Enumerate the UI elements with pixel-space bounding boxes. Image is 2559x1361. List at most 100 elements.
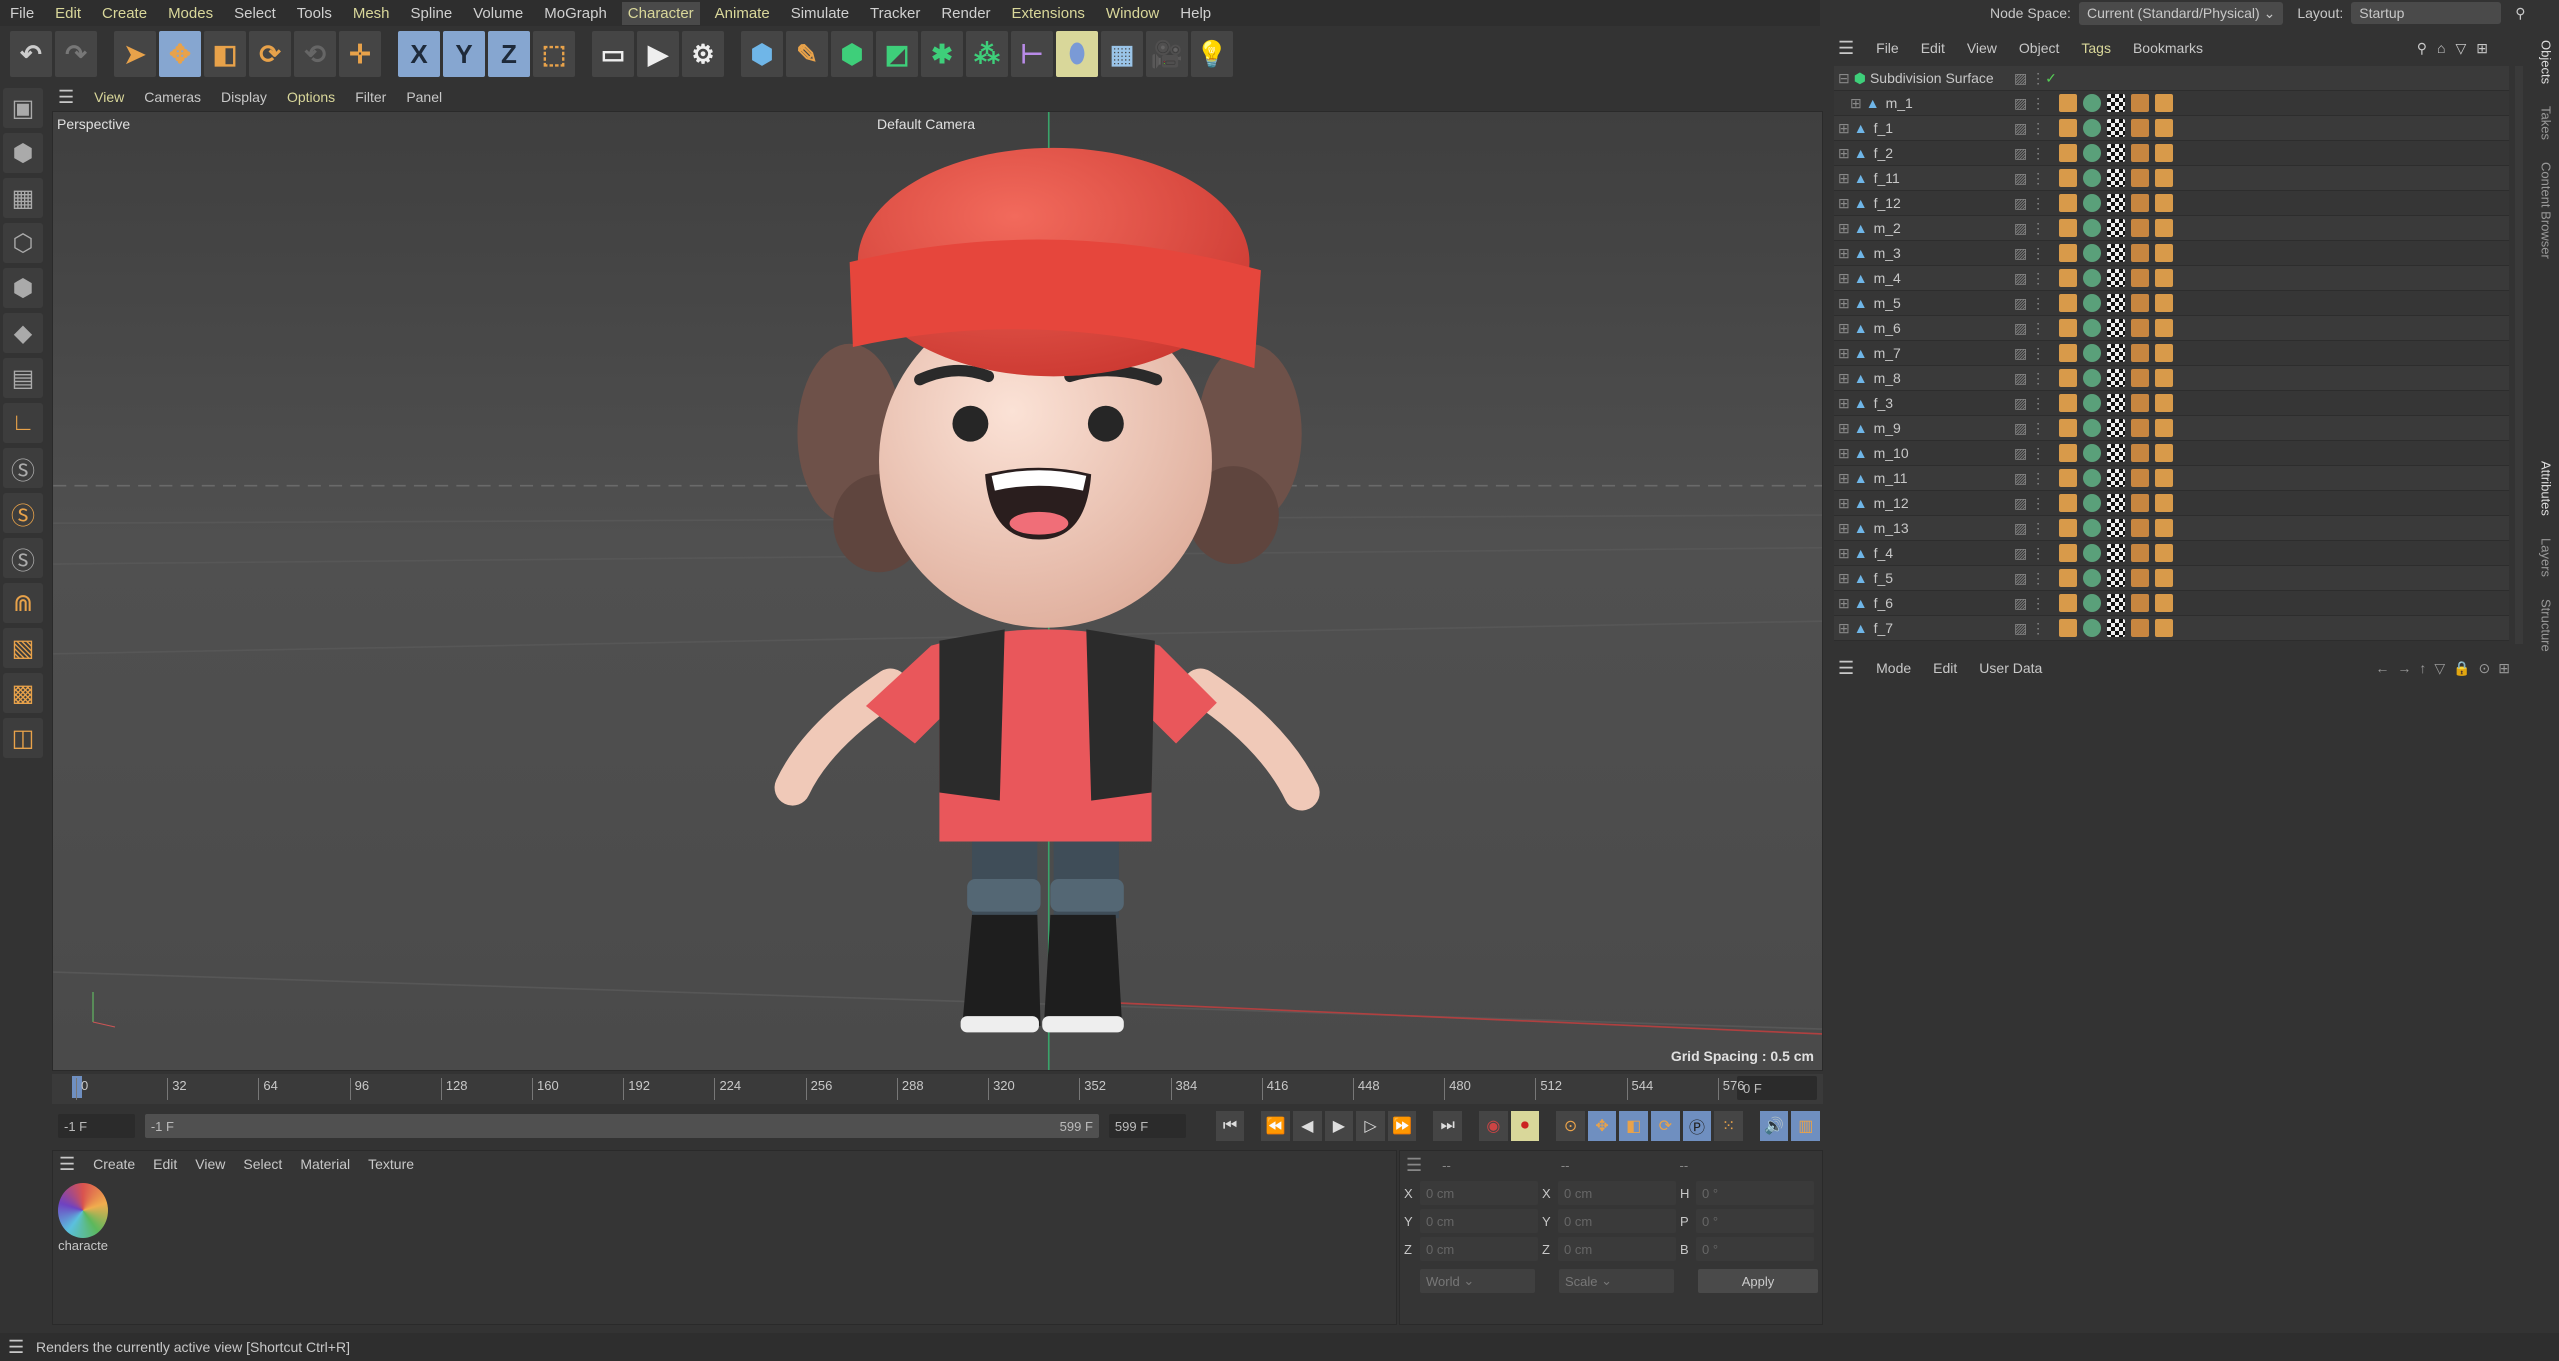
material-tag-icon[interactable]	[2083, 319, 2102, 337]
coord-field[interactable]: 0 °	[1696, 1237, 1814, 1261]
uv-mode-button[interactable]: ▤	[3, 358, 43, 398]
object-row[interactable]: ⊞ ▲ f_12 ▨ ⋮	[1834, 191, 2509, 216]
visibility-toggle[interactable]: ▨ ⋮	[2014, 445, 2045, 462]
material-tag-icon[interactable]	[2083, 619, 2102, 637]
side-tab-takes[interactable]: Takes	[2539, 106, 2554, 140]
mat-menu-view[interactable]: View	[195, 1156, 225, 1172]
key-parameter-icon[interactable]: Ⓟ	[1682, 1111, 1712, 1141]
material-tag-icon[interactable]	[2083, 244, 2102, 262]
previous-key-icon[interactable]: ⏪	[1261, 1111, 1290, 1141]
expand-icon[interactable]: ⊞	[1838, 595, 1850, 612]
checker-tag-icon[interactable]	[2107, 194, 2126, 212]
expand-icon[interactable]: ⊞	[1838, 370, 1850, 387]
texture-tag-icon[interactable]	[2059, 269, 2078, 287]
visibility-toggle[interactable]: ▨ ⋮	[2014, 345, 2045, 362]
texture-tag-icon[interactable]	[2059, 244, 2078, 262]
3d-viewport[interactable]: Perspective Default Camera Grid Spacing …	[52, 111, 1823, 1071]
checker-tag-icon[interactable]	[2107, 119, 2126, 137]
texture-tag-icon[interactable]	[2059, 194, 2078, 212]
texture-tag-icon[interactable]	[2059, 519, 2078, 537]
texture-mode-button[interactable]: ▦	[3, 178, 43, 218]
om-menu-view[interactable]: View	[1967, 40, 1997, 56]
material-tag-icon[interactable]	[2083, 294, 2102, 312]
weight-tag-icon[interactable]	[2131, 219, 2150, 237]
hamburger-icon[interactable]: ☰	[1838, 38, 1854, 59]
select-tool-button[interactable]: ➤	[114, 31, 156, 77]
pose-tag-icon[interactable]	[2155, 594, 2174, 612]
material-tag-icon[interactable]	[2083, 594, 2102, 612]
expand-icon[interactable]: ⊞	[1838, 395, 1850, 412]
workplane-button[interactable]: ▧	[3, 628, 43, 668]
object-row[interactable]: ⊞ ▲ m_4 ▨ ⋮	[1834, 266, 2509, 291]
pose-tag-icon[interactable]	[2155, 394, 2174, 412]
material-tag-icon[interactable]	[2083, 369, 2102, 387]
coord-field[interactable]: 0 cm	[1420, 1237, 1538, 1261]
pose-tag-icon[interactable]	[2155, 144, 2174, 162]
layout-dropdown[interactable]: Startup	[2351, 2, 2502, 24]
expand-icon[interactable]: ⊞	[1838, 620, 1850, 637]
visibility-toggle[interactable]: ▨ ⋮	[2014, 70, 2045, 87]
material-tag-icon[interactable]	[2083, 94, 2102, 112]
checker-tag-icon[interactable]	[2107, 169, 2126, 187]
x-axis-lock-button[interactable]: X	[398, 31, 440, 77]
previous-frame-icon[interactable]: ◀	[1292, 1111, 1322, 1141]
checker-tag-icon[interactable]	[2107, 219, 2126, 237]
snap-button[interactable]: ⋒	[3, 583, 43, 623]
keyframe-selection-icon[interactable]: ⊙	[1556, 1111, 1585, 1141]
texture-tag-icon[interactable]	[2059, 444, 2078, 462]
visibility-toggle[interactable]: ▨ ⋮	[2014, 395, 2045, 412]
material-tag-icon[interactable]	[2083, 344, 2102, 362]
object-row[interactable]: ⊞ ▲ m_1 ▨ ⋮	[1834, 91, 2509, 116]
weight-tag-icon[interactable]	[2131, 294, 2150, 312]
collapse-icon[interactable]: ⊟	[1838, 70, 1850, 87]
visibility-toggle[interactable]: ▨ ⋮	[2014, 170, 2045, 187]
checker-tag-icon[interactable]	[2107, 344, 2126, 362]
play-icon[interactable]: ▶	[1324, 1111, 1354, 1141]
expand-icon[interactable]: ⊞	[1838, 495, 1850, 512]
checker-tag-icon[interactable]	[2107, 244, 2126, 262]
planar-snap-button[interactable]: ◫	[3, 718, 43, 758]
end-frame-field[interactable]: 599 F	[1108, 1114, 1186, 1138]
apply-button[interactable]: Apply	[1698, 1269, 1818, 1293]
expand-icon[interactable]: ⊞	[1838, 345, 1850, 362]
checker-tag-icon[interactable]	[2107, 419, 2126, 437]
start-frame-field[interactable]: -1 F	[58, 1114, 135, 1138]
coord-field[interactable]: 0 °	[1696, 1209, 1814, 1233]
go-to-end-icon[interactable]: ⏭	[1433, 1111, 1462, 1141]
side-tab-content-browser[interactable]: Content Browser	[2539, 162, 2554, 259]
material-item[interactable]: characte	[55, 1183, 111, 1253]
menu-character[interactable]: Character	[621, 1, 700, 25]
coord-mode-dropdown[interactable]: World ⌄	[1420, 1269, 1535, 1293]
pose-tag-icon[interactable]	[2155, 94, 2174, 112]
visibility-toggle[interactable]: ▨ ⋮	[2014, 420, 2045, 437]
weight-tag-icon[interactable]	[2131, 169, 2150, 187]
checker-tag-icon[interactable]	[2107, 519, 2126, 537]
expand-icon[interactable]: ⊞	[1838, 445, 1850, 462]
coord-field[interactable]: 0 cm	[1420, 1209, 1538, 1233]
checker-tag-icon[interactable]	[2107, 394, 2126, 412]
texture-tag-icon[interactable]	[2059, 294, 2078, 312]
visibility-toggle[interactable]: ▨ ⋮	[2014, 320, 2045, 337]
side-tab-structure[interactable]: Structure	[2539, 599, 2554, 652]
object-row[interactable]: ⊞ ▲ m_2 ▨ ⋮	[1834, 216, 2509, 241]
texture-tag-icon[interactable]	[2059, 169, 2078, 187]
model-mode-button[interactable]: ▣	[3, 88, 43, 128]
object-list-scrollbar[interactable]	[2515, 66, 2523, 644]
render-settings-button[interactable]: ⚙	[682, 31, 724, 77]
key-pla-icon[interactable]: ⁙	[1714, 1111, 1743, 1141]
expand-icon[interactable]: ⊞	[1838, 420, 1850, 437]
mat-menu-texture[interactable]: Texture	[368, 1156, 414, 1172]
enabled-check-icon[interactable]: ✓	[2045, 70, 2057, 87]
key-scale-icon[interactable]: ◧	[1619, 1111, 1649, 1141]
pose-tag-icon[interactable]	[2155, 294, 2174, 312]
viewport-menu-panel[interactable]: Panel	[406, 89, 442, 105]
recent-tool-button[interactable]: ⟲	[294, 31, 336, 77]
expand-icon[interactable]: ⊞	[1838, 520, 1850, 537]
material-tag-icon[interactable]	[2083, 519, 2102, 537]
go-to-start-icon[interactable]: ⏮	[1215, 1111, 1245, 1141]
polygons-mode-button[interactable]: ◆	[3, 313, 43, 353]
visibility-toggle[interactable]: ▨ ⋮	[2014, 220, 2045, 237]
viewport-menu-filter[interactable]: Filter	[355, 89, 386, 105]
viewport-menu-options[interactable]: Options	[287, 89, 335, 105]
expand-icon[interactable]: ⊞	[1838, 320, 1850, 337]
